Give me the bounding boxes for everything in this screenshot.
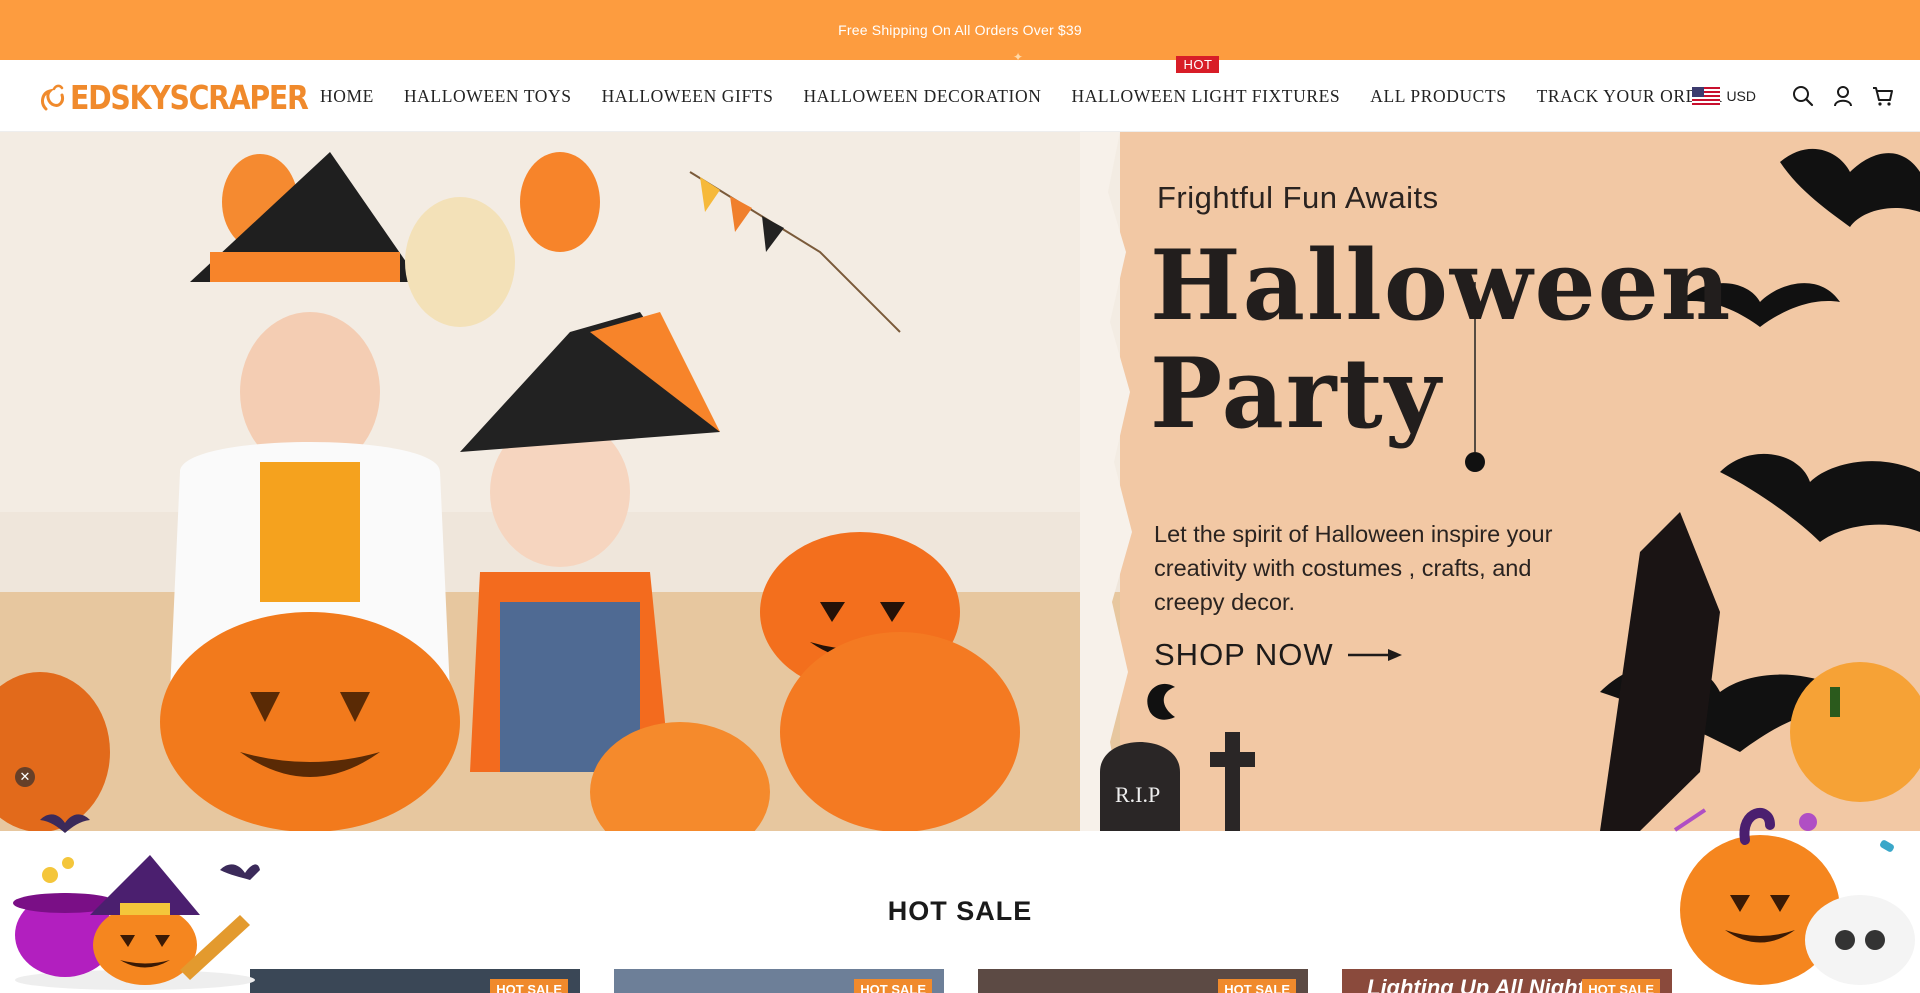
currency-selector[interactable]: USD [1692, 87, 1756, 105]
hot-sale-badge: HOT SALE [1218, 979, 1296, 993]
cart-icon[interactable] [1872, 85, 1894, 107]
nav-halloween-light-fixtures[interactable]: HALLOWEEN LIGHT FIXTURES HOT [1071, 55, 1341, 107]
hot-sale-badge: HOT SALE [854, 979, 932, 993]
logo-text: EDSKYSCRAPER [70, 78, 309, 117]
nav-halloween-decoration[interactable]: HALLOWEEN DECORATION [803, 86, 1041, 107]
header-tools: USD [1692, 60, 1894, 132]
product-card[interactable]: Lighting Up All Night f HOT SALE [1342, 969, 1672, 993]
hero-kicker: Frightful Fun Awaits [1157, 180, 1439, 215]
arrow-right-icon [1347, 649, 1402, 661]
us-flag-icon [1692, 87, 1721, 105]
hot-sale-badge: HOT SALE [1582, 979, 1660, 993]
search-icon[interactable] [1792, 85, 1814, 107]
hero-photo [0, 132, 1120, 831]
hot-badge: HOT [1176, 55, 1220, 73]
account-icon[interactable] [1832, 85, 1854, 107]
close-floating-decoration-button[interactable]: ✕ [15, 767, 35, 787]
currency-label: USD [1726, 88, 1756, 104]
product-card[interactable]: HOT SALE [978, 969, 1308, 993]
hero-banner[interactable]: R.I.P Frightful Fun Awaits Halloween Par… [0, 132, 1920, 831]
shop-now-button[interactable]: SHOP NOW [1154, 637, 1402, 673]
hero-title-line2: Party [1150, 337, 1443, 450]
product-card[interactable]: HOT SALE [614, 969, 944, 993]
logo-mark-icon [41, 84, 64, 110]
cauldron-pumpkin-decoration [13, 814, 260, 990]
hero-title: Halloween Party [1150, 232, 1732, 448]
hero-description: Let the spirit of Halloween inspire your… [1154, 521, 1553, 615]
site-header: EDSKYSCRAPER HOME HALLOWEEN TOYS HALLOWE… [0, 55, 1920, 132]
product-card[interactable]: HOT SALE [250, 969, 580, 993]
logo[interactable]: EDSKYSCRAPER [40, 78, 346, 117]
hero-title-line1: Halloween [1150, 229, 1733, 342]
product-caption: Lighting Up All Night f [1367, 975, 1599, 993]
pumpkin-skull-decoration [1673, 808, 1915, 985]
nav-all-products[interactable]: ALL PRODUCTS [1370, 86, 1506, 107]
nav-halloween-light-fixtures-label: HALLOWEEN LIGHT FIXTURES [1071, 85, 1341, 106]
hot-sale-products: HOT SALE HOT SALE HOT SALE Lighting Up A… [250, 969, 1672, 993]
tombstone-text: R.I.P [1115, 782, 1160, 807]
announcement-text: Free Shipping On All Orders Over $39 [838, 22, 1082, 38]
main-nav: HOME HALLOWEEN TOYS HALLOWEEN GIFTS HALL… [320, 55, 1753, 132]
hot-sale-title: HOT SALE [887, 896, 1033, 926]
nav-halloween-gifts[interactable]: HALLOWEEN GIFTS [602, 86, 774, 107]
shop-now-label: SHOP NOW [1154, 637, 1334, 672]
nav-halloween-toys[interactable]: HALLOWEEN TOYS [404, 86, 572, 107]
nav-home[interactable]: HOME [320, 86, 374, 107]
announcement-bar: Free Shipping On All Orders Over $39 ✦ [0, 0, 1920, 63]
hot-sale-badge: HOT SALE [490, 979, 568, 993]
